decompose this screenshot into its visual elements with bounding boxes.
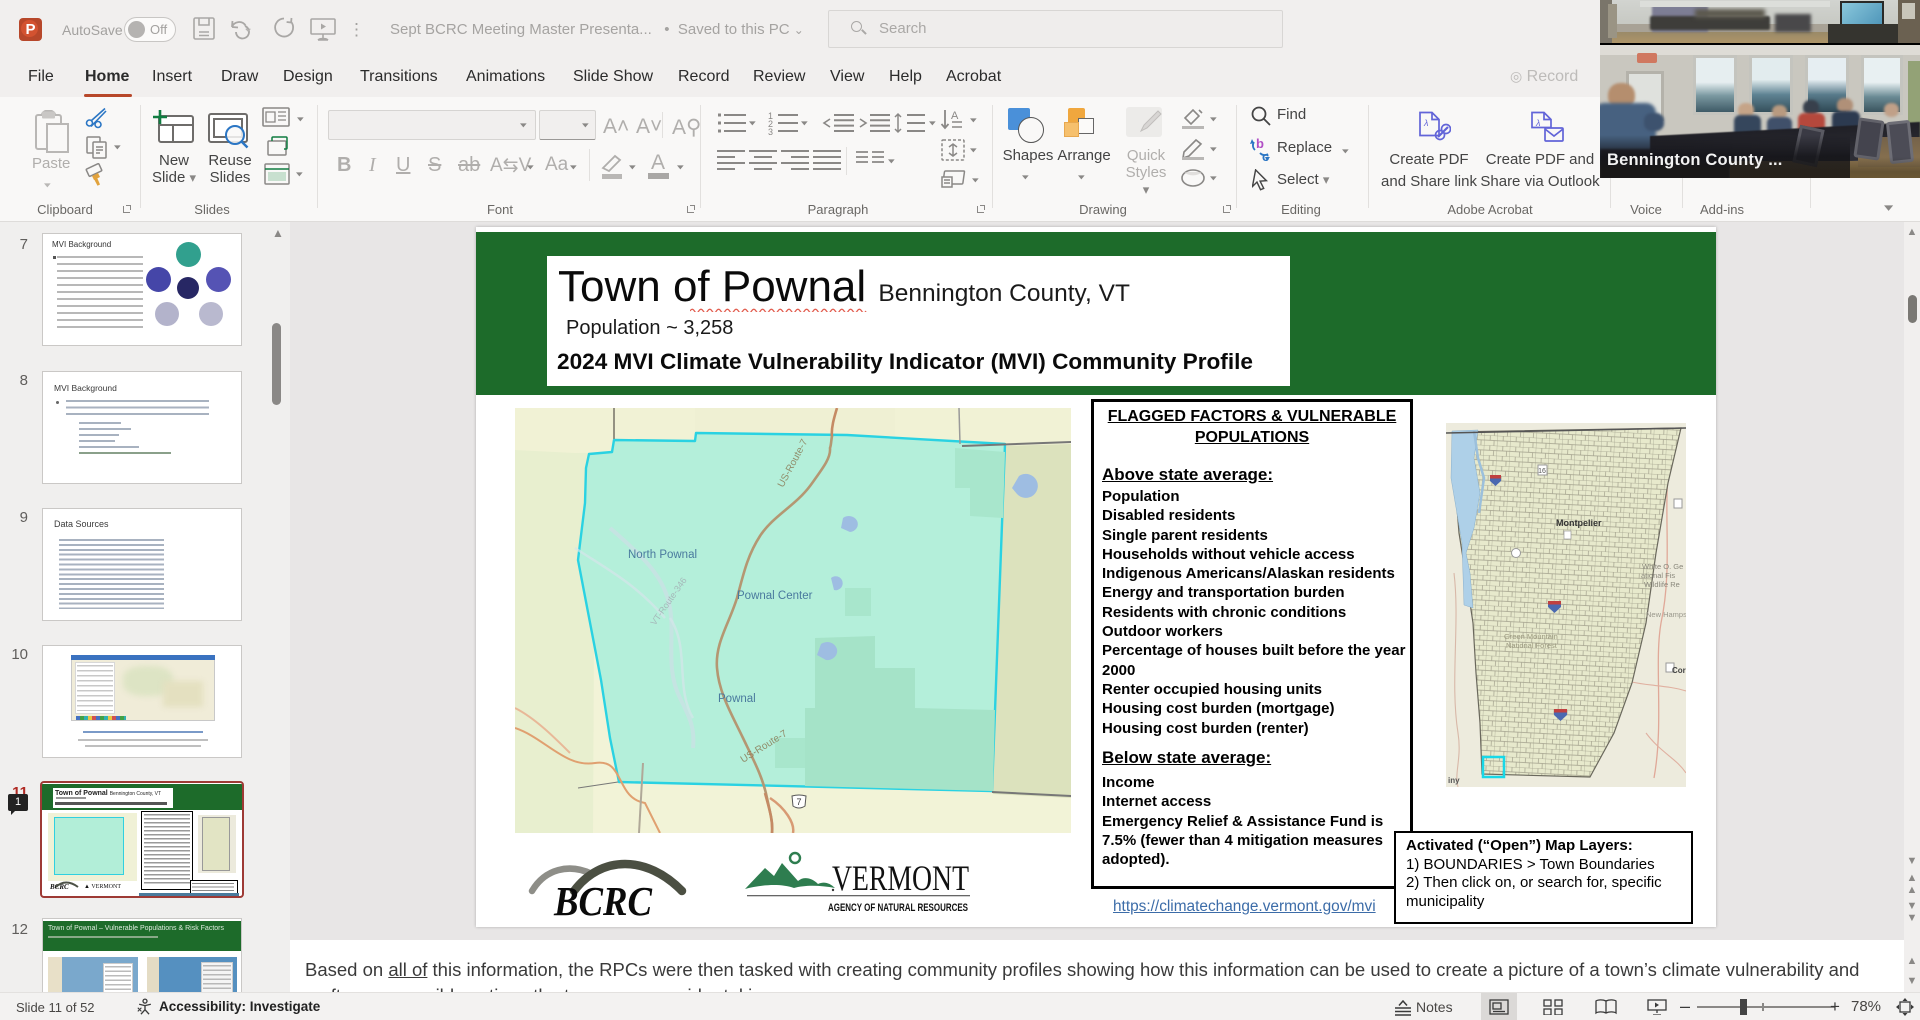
svg-text:New Hampsh: New Hampsh <box>1646 610 1686 619</box>
svg-text:3: 3 <box>768 127 773 135</box>
svg-text:AGENCY OF NATURAL RESOURCES: AGENCY OF NATURAL RESOURCES <box>828 902 968 914</box>
svg-text:λ: λ <box>1423 118 1428 128</box>
svg-text:National Forest: National Forest <box>1506 641 1558 650</box>
svg-text:Pownal: Pownal <box>718 693 756 705</box>
svg-text:VERMONT: VERMONT <box>832 858 969 898</box>
svg-text:Montpelier: Montpelier <box>1556 518 1602 528</box>
svg-text:λ: λ <box>1535 118 1540 128</box>
svg-text:ational Fis: ational Fis <box>1641 571 1675 580</box>
svg-text:BCRC: BCRC <box>553 878 652 919</box>
svg-text:North Pownal: North Pownal <box>628 549 697 561</box>
svg-text:Cor: Cor <box>1672 666 1686 675</box>
svg-text:Green Mountain: Green Mountain <box>1504 632 1558 641</box>
svg-text:White O. Ge: White O. Ge <box>1642 562 1683 571</box>
svg-text:16: 16 <box>1538 468 1546 475</box>
svg-text:c: c <box>1262 149 1269 163</box>
svg-text:iny: iny <box>1448 776 1460 785</box>
svg-text:Wildlife Re: Wildlife Re <box>1644 580 1680 589</box>
svg-text:Pownal Center: Pownal Center <box>737 590 813 602</box>
svg-text:A: A <box>951 110 959 122</box>
svg-text:7: 7 <box>796 797 801 807</box>
